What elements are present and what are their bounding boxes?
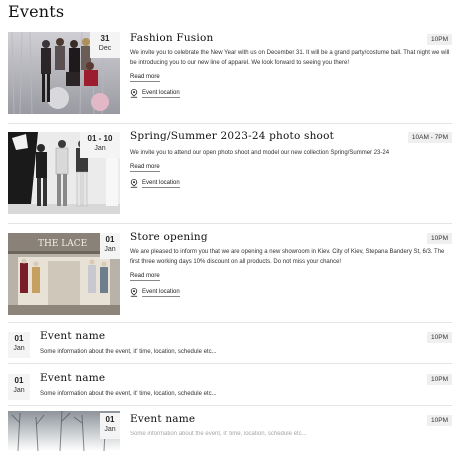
event-description: We invite you to celebrate the New Year … bbox=[130, 50, 450, 66]
event-description: Some information about the event, it' ti… bbox=[130, 431, 307, 437]
event-date: 01 Jan bbox=[100, 233, 120, 259]
event-location-label: Event location bbox=[142, 179, 180, 188]
event-description: We invite you to attend our open photo s… bbox=[130, 150, 390, 156]
event-divider bbox=[8, 223, 452, 224]
event-month: Jan bbox=[104, 426, 116, 433]
event-month: Jan bbox=[13, 345, 25, 352]
event-month: Dec bbox=[98, 45, 112, 52]
event-time-badge: 10PM bbox=[427, 34, 452, 45]
map-pin-icon bbox=[130, 288, 138, 297]
event-card[interactable]: 01 Jan Event name 10PM Some information … bbox=[8, 370, 452, 406]
event-time-badge: 10AM - 7PM bbox=[407, 132, 452, 143]
event-month: Jan bbox=[104, 246, 116, 253]
event-card[interactable]: 31 Dec Fashion Fusion 10PM We invite you… bbox=[8, 32, 452, 124]
event-divider bbox=[8, 405, 452, 406]
read-more-link[interactable]: Read more bbox=[130, 74, 160, 82]
read-more-link[interactable]: Read more bbox=[130, 273, 160, 281]
event-title[interactable]: Event name bbox=[130, 413, 195, 425]
page-title: Events bbox=[8, 2, 65, 21]
event-title[interactable]: Spring/Summer 2023-24 photo shoot bbox=[130, 130, 334, 142]
event-month: Jan bbox=[94, 145, 106, 152]
event-description: We are pleased to inform you that we are… bbox=[130, 249, 445, 265]
event-card[interactable]: 01 - 10 Jan Spring/Summer 2023-24 photo … bbox=[8, 130, 452, 224]
event-location-link[interactable]: Event location bbox=[130, 89, 180, 98]
event-date: 01 Jan bbox=[100, 413, 120, 439]
event-day: 01 bbox=[105, 415, 115, 424]
event-day: 31 bbox=[100, 34, 110, 43]
event-time-badge: 10PM bbox=[427, 233, 452, 244]
event-divider bbox=[8, 363, 452, 364]
event-description: Some information about the event, it' ti… bbox=[40, 349, 217, 355]
event-day: 01 bbox=[14, 376, 24, 385]
event-card[interactable]: 01 Jan Event name 10PM Some information … bbox=[8, 411, 452, 460]
event-title[interactable]: Event name bbox=[40, 372, 105, 384]
event-date: 01 Jan bbox=[8, 332, 30, 358]
event-title[interactable]: Event name bbox=[40, 330, 105, 342]
event-divider bbox=[8, 322, 452, 323]
map-pin-icon bbox=[130, 179, 138, 188]
event-card[interactable]: 01 Jan Event name 10PM Some information … bbox=[8, 328, 452, 364]
event-day: 01 - 10 bbox=[87, 134, 113, 143]
event-date: 01 Jan bbox=[8, 374, 30, 400]
event-description: Some information about the event, it' ti… bbox=[40, 391, 217, 397]
event-location-link[interactable]: Event location bbox=[130, 288, 180, 297]
event-location-label: Event location bbox=[142, 89, 180, 98]
event-card[interactable]: THE LACE 01 Jan Store opening 10PM We ar… bbox=[8, 231, 452, 323]
event-date: 31 Dec bbox=[90, 32, 120, 58]
read-more-link[interactable]: Read more bbox=[130, 164, 160, 172]
event-location-label: Event location bbox=[142, 288, 180, 297]
event-time-badge: 10PM bbox=[427, 415, 452, 426]
store-sign-text: THE LACE bbox=[38, 239, 87, 249]
event-month: Jan bbox=[13, 387, 25, 394]
event-divider bbox=[8, 123, 452, 124]
map-pin-icon bbox=[130, 89, 138, 98]
event-time-badge: 10PM bbox=[427, 374, 452, 385]
event-title[interactable]: Fashion Fusion bbox=[130, 32, 213, 44]
event-location-link[interactable]: Event location bbox=[130, 179, 180, 188]
event-title[interactable]: Store opening bbox=[130, 231, 208, 243]
event-date: 01 - 10 Jan bbox=[80, 132, 120, 158]
event-time-badge: 10PM bbox=[427, 332, 452, 343]
event-day: 01 bbox=[105, 235, 115, 244]
event-day: 01 bbox=[14, 334, 24, 343]
